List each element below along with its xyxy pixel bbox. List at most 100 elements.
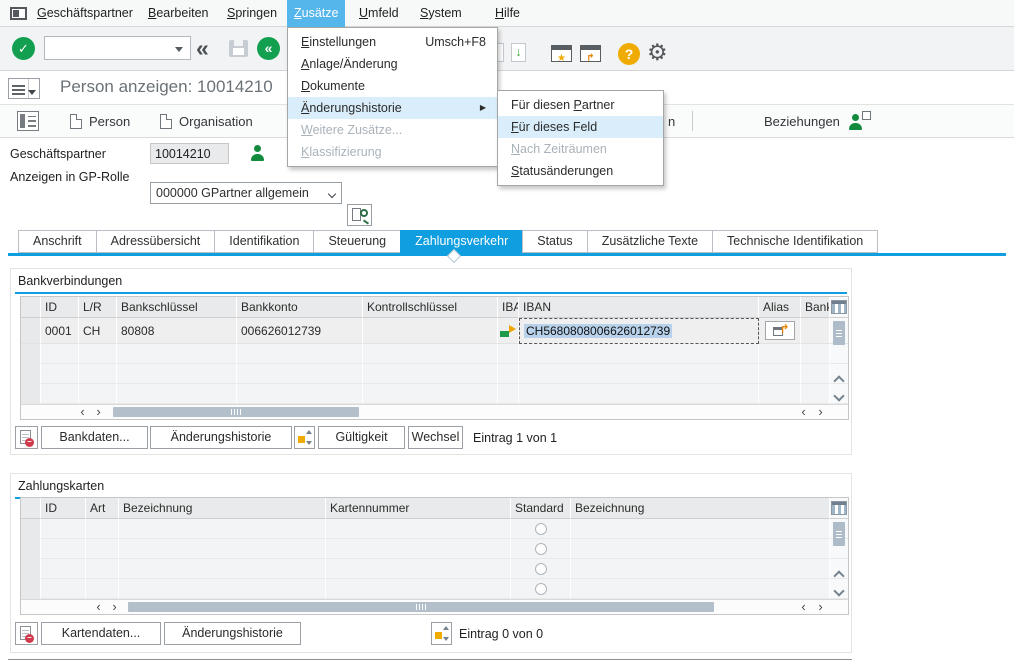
scroll-left-icon[interactable]: ‹ — [91, 600, 106, 614]
delete-card-entry-button[interactable] — [15, 622, 38, 645]
role-dropdown[interactable]: 000000 GPartner allgemein — [150, 182, 342, 204]
kartendaten-button[interactable]: Kartendaten... — [41, 622, 161, 645]
col-header-selector[interactable] — [21, 498, 41, 519]
col-header-bankschluessel[interactable]: Bankschlüssel — [117, 297, 237, 318]
cell-bankkonto[interactable]: 006626012739 — [237, 318, 363, 344]
bankdaten-button[interactable]: Bankdaten... — [41, 426, 148, 449]
menu-zusaetze[interactable]: Zusätze — [287, 0, 345, 27]
menu-springen[interactable]: Springen — [220, 0, 284, 27]
person-window-icon[interactable] — [848, 114, 863, 130]
col-header-selector[interactable] — [21, 297, 41, 318]
save-icon[interactable] — [229, 40, 248, 57]
standard-radio[interactable] — [535, 523, 547, 535]
scroll-right-icon[interactable]: › — [91, 405, 106, 419]
tab-status[interactable]: Status — [522, 230, 587, 253]
vscroll-thumb[interactable] — [833, 522, 845, 546]
scroll-left-icon[interactable]: ‹ — [796, 405, 811, 419]
hscroll-thumb[interactable] — [113, 407, 359, 417]
beziehungen-button[interactable]: Beziehungen — [756, 108, 848, 135]
locator-tree-icon[interactable] — [17, 111, 39, 131]
chevron-down-icon[interactable] — [175, 47, 183, 52]
cell-id[interactable]: 0001 — [41, 318, 79, 344]
menu-item-anlage-aenderung[interactable]: Anlage/Änderung — [288, 53, 497, 75]
tab-anschrift[interactable]: Anschrift — [18, 230, 97, 253]
command-input[interactable] — [47, 38, 167, 58]
menu-item-fuer-diesen-partner[interactable]: Für diesen Partner — [498, 94, 663, 116]
table-settings-icon[interactable] — [831, 300, 847, 314]
back-icon[interactable]: « — [196, 37, 207, 60]
iban-transfer-icon[interactable] — [499, 323, 517, 338]
tab-technische-identifikation[interactable]: Technische Identifikation — [712, 230, 878, 253]
back-circle-icon[interactable]: « — [257, 37, 280, 60]
system-menu-icon[interactable] — [10, 7, 27, 20]
col-header-kartennummer[interactable]: Kartennummer — [326, 498, 511, 519]
download-icon[interactable]: ↓ — [511, 43, 526, 62]
tab-adressuebersicht[interactable]: Adressübersicht — [96, 230, 216, 253]
cell-kontrollschluessel[interactable] — [363, 318, 498, 344]
scroll-right-icon[interactable]: › — [813, 405, 828, 419]
cell-iban[interactable]: CH5680808006626012739 — [519, 318, 759, 344]
cell-bankschluessel[interactable]: 80808 — [117, 318, 237, 344]
col-header-art[interactable]: Art — [86, 498, 119, 519]
cell-lr[interactable]: CH — [79, 318, 117, 344]
menu-geschaeftspartner[interactable]: Geschäftspartner — [30, 0, 140, 27]
command-field[interactable] — [44, 36, 191, 60]
scroll-left-icon[interactable]: ‹ — [796, 600, 811, 614]
col-header-kontrollschluessel[interactable]: Kontrollschlüssel — [363, 297, 498, 318]
vscroll-thumb[interactable] — [833, 321, 845, 345]
standard-radio[interactable] — [535, 543, 547, 555]
scroll-left-icon[interactable]: ‹ — [75, 405, 90, 419]
gear-icon[interactable]: ⚙ — [647, 41, 668, 64]
menu-item-dokumente[interactable]: Dokumente — [288, 75, 497, 97]
menu-bearbeiten[interactable]: Bearbeiten — [141, 0, 215, 27]
tab-identifikation[interactable]: Identifikation — [214, 230, 314, 253]
cards-aenderungshistorie-button[interactable]: Änderungshistorie — [164, 622, 301, 645]
delete-bank-entry-button[interactable] — [15, 426, 38, 449]
cell-iban-icon[interactable] — [498, 318, 519, 344]
bank-aenderungshistorie-button[interactable]: Änderungshistorie — [150, 426, 292, 449]
enter-check-icon[interactable]: ✓ — [12, 37, 35, 60]
standard-radio[interactable] — [535, 583, 547, 595]
col-header-bankkonto[interactable]: Bankkonto — [237, 297, 363, 318]
tab-steuerung[interactable]: Steuerung — [313, 230, 401, 253]
scroll-right-icon[interactable]: › — [813, 600, 828, 614]
organisation-button[interactable]: Organisation — [152, 108, 261, 135]
menu-item-statusaenderungen[interactable]: Statusänderungen — [498, 160, 663, 182]
standard-radio[interactable] — [535, 563, 547, 575]
menu-item-aenderungshistorie[interactable]: Änderungshistorie ▶ — [288, 97, 497, 119]
row-selector[interactable] — [21, 364, 41, 384]
col-header-id[interactable]: ID — [41, 297, 79, 318]
role-search-button[interactable] — [347, 204, 372, 226]
bank-sort-button[interactable] — [294, 426, 315, 449]
partner-input[interactable] — [150, 143, 229, 164]
col-header-lr[interactable]: L/R — [79, 297, 117, 318]
col-header-alias[interactable]: Alias — [759, 297, 801, 318]
tab-zusaetzliche-texte[interactable]: Zusätzliche Texte — [587, 230, 713, 253]
wechsel-button[interactable]: Wechsel — [408, 426, 463, 449]
col-header-bezeichnung2[interactable]: Bezeichnung — [571, 498, 830, 519]
tab-zahlungsverkehr[interactable]: Zahlungsverkehr — [400, 230, 523, 253]
menu-system[interactable]: System — [413, 0, 469, 27]
gueltigkeit-button[interactable]: Gültigkeit — [318, 426, 405, 449]
menu-item-einstellungen[interactable]: Einstellungen Umsch+F8 — [288, 31, 497, 53]
col-header-standard[interactable]: Standard — [511, 498, 571, 519]
row-selector[interactable] — [21, 579, 41, 599]
col-header-iban[interactable]: IBAN — [519, 297, 759, 318]
layout-menu-icon[interactable] — [8, 78, 40, 99]
table-settings-icon[interactable] — [831, 501, 847, 515]
menu-umfeld[interactable]: Umfeld — [352, 0, 406, 27]
cell-bank[interactable] — [801, 318, 830, 344]
new-session-star-icon[interactable]: ★ — [551, 45, 572, 62]
row-selector[interactable] — [21, 539, 41, 559]
help-icon[interactable]: ? — [618, 43, 640, 65]
menu-hilfe[interactable]: Hilfe — [488, 0, 527, 27]
alias-button[interactable]: ↱ — [765, 321, 795, 340]
cards-sort-button[interactable] — [431, 622, 452, 645]
row-selector[interactable] — [21, 318, 41, 344]
col-header-iban-icon[interactable]: IBAN — [498, 297, 519, 318]
col-header-id[interactable]: ID — [41, 498, 86, 519]
session-shortcut-icon[interactable]: ↱ — [580, 45, 601, 62]
row-selector[interactable] — [21, 559, 41, 579]
row-selector[interactable] — [21, 384, 41, 404]
col-header-bezeichnung[interactable]: Bezeichnung — [119, 498, 326, 519]
